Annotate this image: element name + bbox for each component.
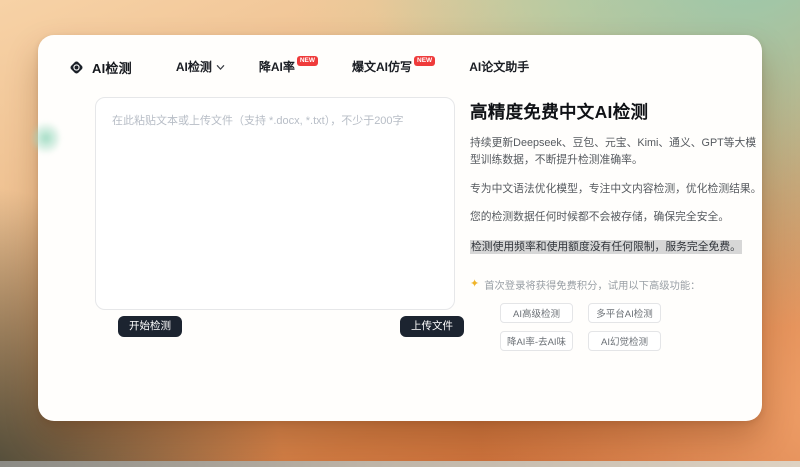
bottom-edge-strip [0, 461, 800, 467]
nav-item-label: AI检测 [175, 60, 212, 74]
sparkle-icon: ✦ [470, 278, 480, 291]
page-title: 高精度免费中文AI检测 [470, 102, 649, 122]
nav-item-ai-paper-assistant[interactable]: AI论文助手 [469, 60, 529, 74]
nav-item-ai-detect[interactable]: AI检测 [176, 60, 225, 74]
feature-hallucination-detect-button[interactable]: AI幻觉检测 [588, 331, 661, 352]
free-service-highlight: 检测使用频率和使用额度没有任何限制，服务完全免费。 [470, 239, 742, 254]
nav-item-label: 降AI率 [258, 60, 295, 74]
intro-panel: 高精度免费中文AI检测 持续更新Deepseek、豆包、元宝、Kimi、通义、G… [470, 99, 766, 352]
promo-line: ✦ 首次登录将获得免费积分，试用以下高级功能： [470, 277, 766, 293]
nav-item-label: AI论文助手 [469, 60, 530, 74]
chevron-down-icon [216, 65, 225, 71]
intro-paragraph-privacy: 您的检测数据任何时候都不会被存储，确保完全安全。 [470, 211, 730, 224]
intro-paragraph-chinese-optimized: 专为中文语法优化模型，专注中文内容检测，优化检测结果。 [470, 182, 762, 195]
feature-reduce-ai-flavor-button[interactable]: 降AI率-去AI味 [500, 331, 573, 352]
intro-paragraph-models: 持续更新Deepseek、豆包、元宝、Kimi、通义、GPT等大模型训练数据，不… [470, 137, 757, 167]
detection-text-input[interactable] [96, 98, 454, 309]
start-detection-button[interactable]: 开始检测 [118, 316, 182, 337]
new-badge: NEW [414, 56, 436, 66]
brand-name: AI检测 [92, 60, 132, 76]
text-input-panel [95, 97, 455, 310]
feature-ai-advanced-detect-button[interactable]: AI高级检测 [500, 303, 573, 324]
brand[interactable]: AI检测 [68, 58, 132, 77]
edge-glow-decoration [32, 119, 60, 157]
top-navigation: AI检测 AI检测 降AI率 NEW 爆文AI仿写 NEW AI论文助手 [68, 53, 732, 81]
new-badge: NEW [296, 56, 319, 66]
nav-item-viral-rewrite[interactable]: 爆文AI仿写 NEW [352, 56, 436, 74]
feature-multiplatform-detect-button[interactable]: 多平台AI检测 [588, 303, 661, 324]
nav-item-reduce-ai-rate[interactable]: 降AI率 NEW [258, 56, 319, 74]
main-card: AI检测 AI检测 降AI率 NEW 爆文AI仿写 NEW AI论文助手 在此粘… [32, 35, 762, 421]
brand-logo-icon [70, 61, 83, 73]
intro-highlight-wrapper: 检测使用频率和使用额度没有任何限制，服务完全免费。 [470, 239, 766, 256]
nav-item-label: 爆文AI仿写 [352, 60, 413, 74]
feature-buttons-grid: AI高级检测 多平台AI检测 降AI率-去AI味 AI幻觉检测 [500, 303, 766, 352]
nav-items: AI检测 降AI率 NEW 爆文AI仿写 NEW AI论文助手 [176, 56, 529, 74]
upload-file-button[interactable]: 上传文件 [400, 316, 464, 337]
promo-text: 首次登录将获得免费积分，试用以下高级功能： [484, 281, 701, 293]
